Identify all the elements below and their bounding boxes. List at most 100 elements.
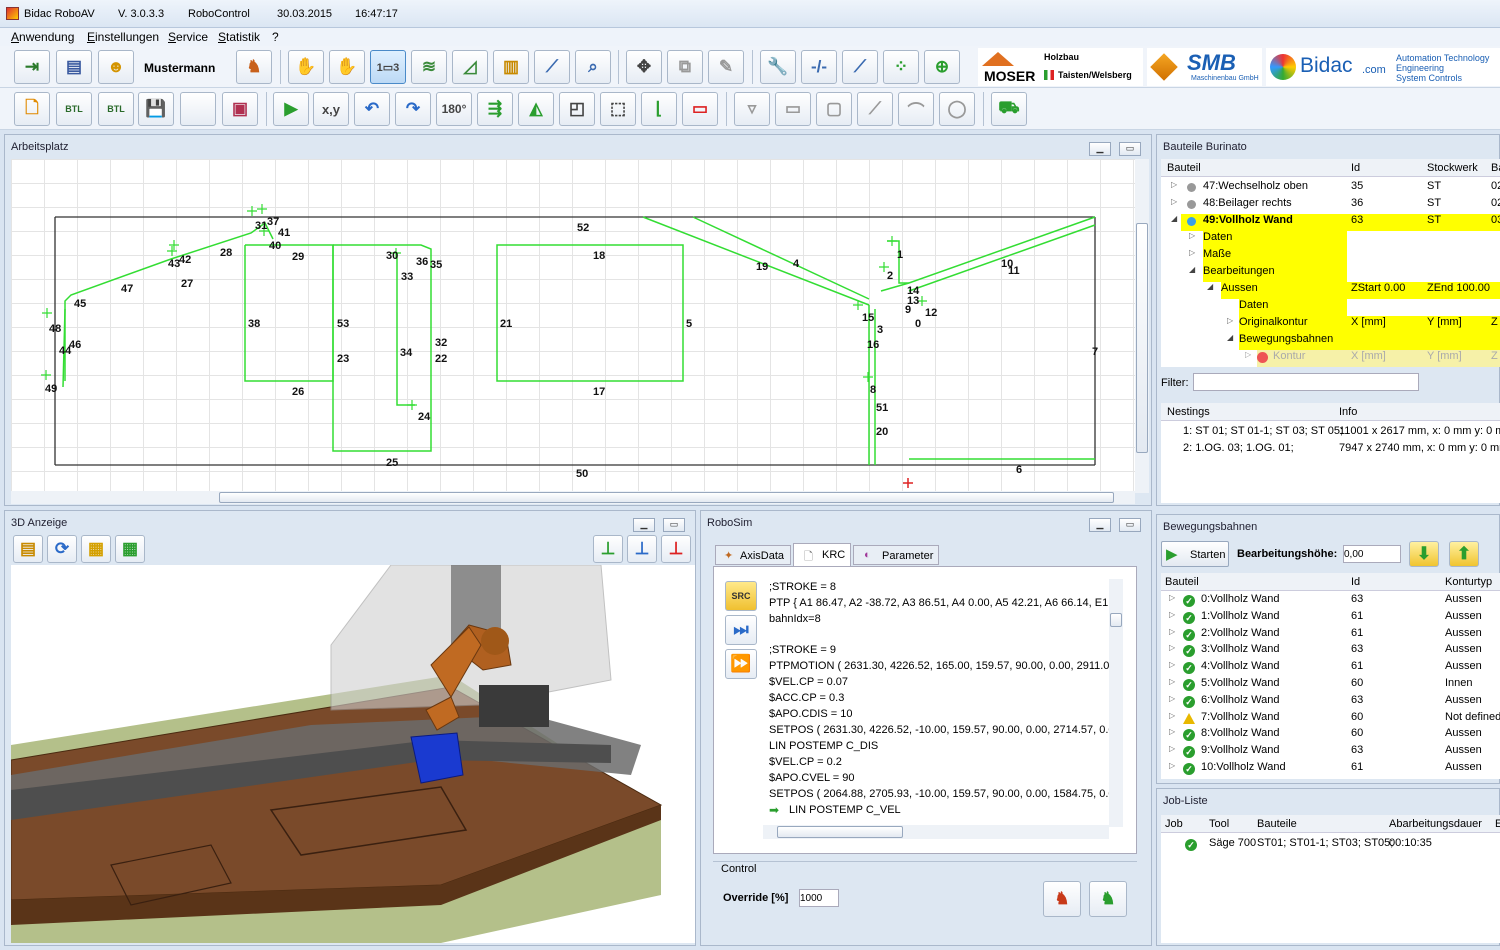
add-robot-icon[interactable]: ⊕ <box>924 50 960 84</box>
minimize-button[interactable]: ▁ <box>633 518 655 532</box>
axis-xy-icon[interactable]: ⊥ <box>661 535 691 563</box>
bahn-row[interactable]: ▷ ✓ 3:Vollholz Wand 63 Aussen <box>1161 643 1500 660</box>
col-job[interactable]: Job <box>1165 818 1183 830</box>
tree-node-bearbeitungen[interactable]: ◢ Bearbeitungen <box>1189 265 1347 282</box>
tab-krc[interactable]: KRC 🗋 <box>793 543 851 567</box>
tree-node-daten-2[interactable]: Daten <box>1239 299 1347 316</box>
col-bauteil[interactable]: Bauteil <box>1165 576 1199 588</box>
move-up-icon[interactable]: ⬆ <box>1449 541 1479 567</box>
krc-code-view[interactable]: ;STROKE = 8 PTP { A1 86.47, A2 -38.72, A… <box>763 579 1109 839</box>
open-box-icon[interactable]: ▣ <box>222 92 258 126</box>
drawing-canvas[interactable]: 37 31 41 40 29 28 43 42 27 47 45 48 46 4… <box>11 159 1135 493</box>
wrench-icon[interactable]: 🔧 <box>760 50 796 84</box>
col-nestings[interactable]: Nestings <box>1167 406 1210 418</box>
menu-einstellungen[interactable]: Einstellungen <box>87 30 159 44</box>
col-bauteil[interactable]: Bauteil <box>1167 162 1201 174</box>
code-hscrollbar[interactable] <box>763 825 1109 839</box>
step-icon[interactable]: ⏭ <box>725 615 757 645</box>
redo-icon[interactable]: ↷ <box>395 92 431 126</box>
axis-xz-icon[interactable]: ⊥ <box>593 535 623 563</box>
col-bauteile[interactable]: Bauteile <box>1257 818 1297 830</box>
crop-icon[interactable]: ⬚ <box>600 92 636 126</box>
tree-node-kontur[interactable]: ▷ Kontur X [mm] Y [mm] Z <box>1245 350 1500 367</box>
line-icon[interactable]: ⟋ <box>842 50 878 84</box>
col-e[interactable]: E <box>1495 818 1500 830</box>
angle-icon[interactable]: ◿ <box>452 50 488 84</box>
rect-icon[interactable]: ▭ <box>775 92 811 126</box>
refresh-icon[interactable]: ⟳ <box>47 535 77 563</box>
start-button[interactable]: ▶ Starten <box>1161 541 1229 567</box>
menu-service[interactable]: Service <box>168 30 208 44</box>
filter-input[interactable] <box>1193 373 1419 391</box>
bahn-row[interactable]: ▷ ✓ 0:Vollholz Wand 63 Aussen <box>1161 593 1500 610</box>
machine-icon[interactable]: ⛟ <box>991 92 1027 126</box>
play-icon[interactable]: ▶ <box>273 92 309 126</box>
circle-icon[interactable]: ◯ <box>939 92 975 126</box>
tree-row[interactable]: ▷47:Wechselholz oben35ST02 <box>1161 180 1500 197</box>
robot-stop-icon[interactable]: ♞ <box>1043 881 1081 917</box>
bahn-row[interactable]: ▷ ✓ 8:Vollholz Wand 60 Aussen <box>1161 727 1500 744</box>
tree-node-masse[interactable]: ▷ Maße <box>1189 248 1347 265</box>
3d-viewport[interactable] <box>11 565 695 943</box>
bahn-row[interactable]: ▷ ✓ 4:Vollholz Wand 61 Aussen <box>1161 660 1500 677</box>
fast-forward-icon[interactable]: ⏩ <box>725 649 757 679</box>
arc-icon[interactable]: ⌒ <box>898 92 934 126</box>
bahn-row[interactable]: ▷ ✓ 1:Vollholz Wand 61 Aussen <box>1161 610 1500 627</box>
laser-icon[interactable]: ⟋ <box>534 50 570 84</box>
axis-yz-icon[interactable]: ⊥ <box>627 535 657 563</box>
col-ba[interactable]: Ba <box>1491 162 1500 174</box>
hand-rotate-icon[interactable]: ✋ <box>329 50 365 84</box>
minimize-button[interactable]: ▁ <box>1089 518 1111 532</box>
origin-icon[interactable]: ⌊ <box>641 92 677 126</box>
add-view-icon[interactable]: ▤ <box>13 535 43 563</box>
col-info[interactable]: Info <box>1339 406 1357 418</box>
delete-frame-icon[interactable]: ▭ <box>682 92 718 126</box>
rotate-180-icon[interactable]: 180° <box>436 92 472 126</box>
menu-help[interactable]: ? <box>272 30 279 44</box>
job-row[interactable]: ✓ Säge 700 ST01; ST01-1; ST03; ST05; 00:… <box>1161 837 1500 854</box>
col-id[interactable]: Id <box>1351 576 1360 588</box>
move-arrows-icon[interactable]: ✥ <box>626 50 662 84</box>
blank-icon[interactable] <box>180 92 216 126</box>
code-vscrollbar[interactable] <box>1109 579 1123 827</box>
bahn-row[interactable]: ▷ 7:Vollholz Wand 60 Not defined <box>1161 711 1500 728</box>
zoom-fit-icon[interactable]: ⌕ <box>575 50 611 84</box>
tree-node-daten[interactable]: ▷ Daten <box>1189 231 1347 248</box>
tree-node-originalkontur[interactable]: ▷ Originalkontur X [mm] Y [mm] Z <box>1227 316 1500 333</box>
minimize-button[interactable]: ▁ <box>1089 142 1111 156</box>
src-button[interactable]: SRC <box>725 581 757 611</box>
fence-icon[interactable]: ▥ <box>493 50 529 84</box>
save-icon[interactable]: 💾 <box>138 92 174 126</box>
override-input[interactable] <box>799 889 839 907</box>
resize-icon[interactable]: ◰ <box>559 92 595 126</box>
tree-node-bewegungsbahnen[interactable]: ◢ Bewegungsbahnen <box>1227 333 1500 350</box>
boxes-add-icon[interactable]: ▦ <box>115 535 145 563</box>
robot-icon[interactable]: ♞ <box>236 50 272 84</box>
mirror-h-icon[interactable]: ⇶ <box>477 92 513 126</box>
nesting-row[interactable]: 1: ST 01; ST 01-1; ST 03; ST 05; 11001 x … <box>1161 425 1500 442</box>
menu-anwendung[interactable]: Anwendung <box>11 30 74 44</box>
btl-import-icon[interactable]: BTL <box>56 92 92 126</box>
hoehe-input[interactable] <box>1343 545 1401 563</box>
robot-play-icon[interactable]: ♞ <box>1089 881 1127 917</box>
exit-icon[interactable]: ⇥ <box>14 50 50 84</box>
nesting-row[interactable]: 2: 1.OG. 03; 1.OG. 01; 7947 x 2740 mm, x:… <box>1161 442 1500 459</box>
vertical-scrollbar[interactable] <box>1135 159 1149 493</box>
bahn-row[interactable]: ▷ ✓ 5:Vollholz Wand 60 Innen <box>1161 677 1500 694</box>
undo-icon[interactable]: ↶ <box>354 92 390 126</box>
col-id[interactable]: Id <box>1351 162 1360 174</box>
xy-move-icon[interactable]: x,y <box>313 92 349 126</box>
horizontal-scrollbar[interactable] <box>11 491 1135 504</box>
col-dauer[interactable]: Abarbeitungsdauer <box>1389 818 1482 830</box>
move-down-icon[interactable]: ⬇ <box>1409 541 1439 567</box>
col-stockwerk[interactable]: Stockwerk <box>1427 162 1478 174</box>
points-icon[interactable]: ⁘ <box>883 50 919 84</box>
btl-export-icon[interactable]: BTL <box>98 92 134 126</box>
bahn-row[interactable]: ▷ ✓ 9:Vollholz Wand 63 Aussen <box>1161 744 1500 761</box>
tab-axisdata[interactable]: AxisData ✦ <box>715 545 791 565</box>
bahn-row[interactable]: ▷ ✓ 10:Vollholz Wand 61 Aussen <box>1161 761 1500 778</box>
diag-line-icon[interactable]: ⟋ <box>857 92 893 126</box>
mirror-v-icon[interactable]: ◭ <box>518 92 554 126</box>
cutter-icon[interactable]: ▿ <box>734 92 770 126</box>
bahn-row[interactable]: ▷ ✓ 2:Vollholz Wand 61 Aussen <box>1161 627 1500 644</box>
